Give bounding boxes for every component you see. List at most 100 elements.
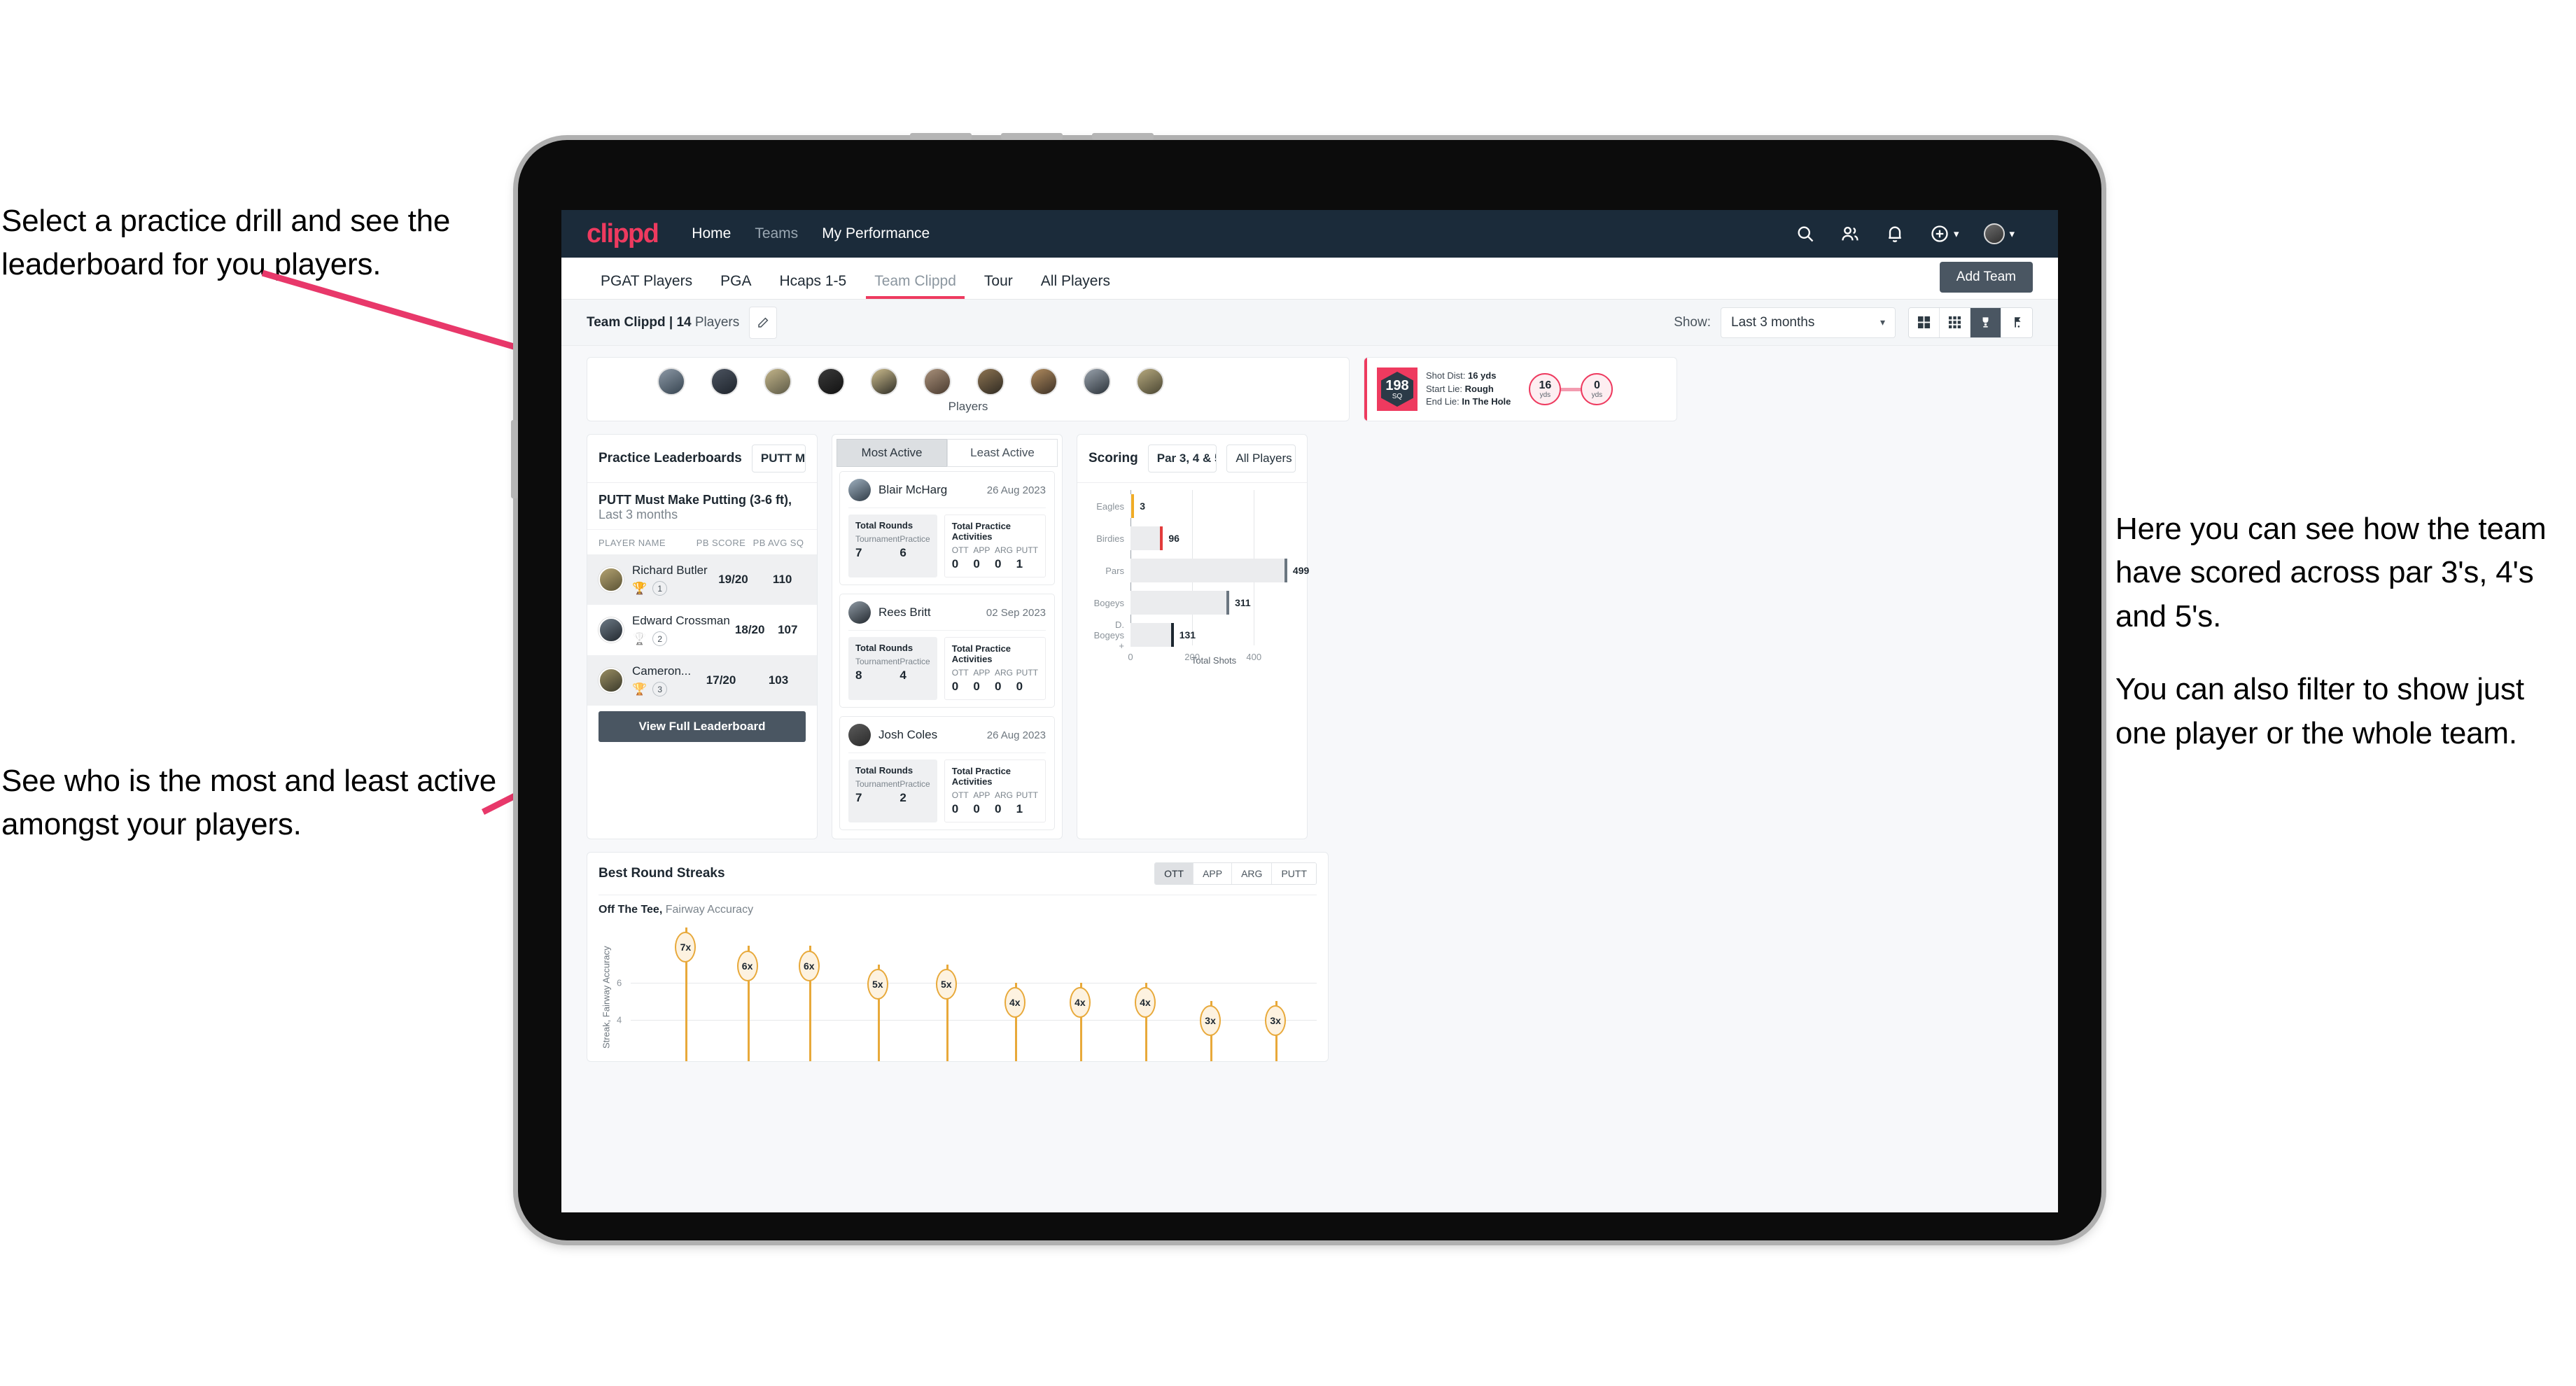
avatar[interactable] — [1136, 368, 1164, 396]
total-rounds-title: Total Rounds — [855, 643, 913, 653]
avatar[interactable] — [817, 368, 845, 396]
people-icon[interactable] — [1840, 224, 1860, 244]
annotation-practice-leaderboard: Select a practice drill and see the lead… — [1, 204, 451, 282]
tab-hcaps-1-5[interactable]: Hcaps 1-5 — [765, 273, 860, 299]
streaks-sub-light: Fairway Accuracy — [662, 904, 754, 916]
table-row[interactable]: Richard Butler 🏆 1 19/20 110 — [587, 554, 817, 605]
nav-link-home[interactable]: Home — [692, 225, 731, 242]
total-practice-block: Total Practice Activities OTT 0 APP 0 ARG 0… — [944, 637, 1046, 700]
drill-select-value: PUTT Must Make Putting ... — [760, 451, 806, 465]
avatar[interactable] — [657, 368, 685, 396]
streaks-chart: Streak, Fairway Accuracy 6 4 7x 6x 6x 5x… — [598, 927, 1317, 1061]
streak-tab-app[interactable]: APP — [1194, 863, 1233, 884]
nav-link-my-performance[interactable]: My Performance — [822, 225, 930, 242]
view-grid-large-button[interactable] — [1909, 307, 1940, 337]
streak-marker[interactable]: 6x — [736, 951, 758, 981]
tab-least-active[interactable]: Least Active — [947, 439, 1058, 467]
trophy-bronze-icon: 🏆 — [632, 682, 648, 696]
activity-date: 26 Aug 2023 — [986, 729, 1046, 741]
drill-select[interactable]: PUTT Must Make Putting ... ▾ — [751, 444, 806, 472]
tab-all-players[interactable]: All Players — [1027, 273, 1124, 299]
putt-label: PUTT — [1016, 790, 1038, 800]
view-trophy-button[interactable] — [1970, 307, 2001, 337]
streak-marker[interactable]: 5x — [935, 969, 957, 1000]
clippd-logo[interactable]: clippd — [587, 219, 659, 249]
search-icon[interactable] — [1795, 224, 1815, 244]
view-flag-button[interactable] — [2001, 307, 2032, 337]
view-grid-small-button[interactable] — [1940, 307, 1970, 337]
x-category-label: m — [806, 1060, 812, 1061]
category-label-birdies: Birdies — [1096, 533, 1124, 544]
avatar[interactable] — [710, 368, 738, 396]
total-rounds-block: Total Rounds Tournament 8 Practice 4 — [848, 637, 937, 700]
avatar[interactable] — [764, 368, 792, 396]
streak-tab-putt[interactable]: PUTT — [1272, 863, 1316, 884]
shot-detail-card: 198 SQ Shot Dist: 16 yds Start Lie: Roug… — [1364, 357, 1677, 421]
rank-badge: 1 — [652, 581, 668, 596]
shot-start-unit: yds — [1539, 391, 1551, 399]
streaks-plot-area: 6 4 7x 6x 6x m 5x — [617, 927, 1317, 1061]
avatar — [598, 668, 624, 693]
streak-marker[interactable]: 7x — [675, 932, 696, 962]
table-row[interactable]: Edward Crossman 🏆 2 18/20 107 — [587, 605, 817, 655]
total-rounds-title: Total Rounds — [855, 765, 913, 776]
player-avatars — [587, 358, 1349, 396]
avatar[interactable] — [1083, 368, 1111, 396]
edit-team-button[interactable] — [749, 306, 778, 339]
team-players-suffix: Players — [691, 314, 740, 330]
list-item[interactable]: Blair McHarg 26 Aug 2023 Total Rounds To… — [839, 471, 1055, 585]
view-full-leaderboard-button[interactable]: View Full Leaderboard — [598, 711, 806, 742]
leaderboard-period: Last 3 months — [598, 507, 678, 522]
avatar[interactable] — [923, 368, 951, 396]
shot-quality-unit: SQ — [1392, 392, 1403, 400]
streak-marker[interactable]: 4x — [1135, 987, 1156, 1018]
streak-marker[interactable]: 3x — [1265, 1005, 1287, 1036]
tab-tour[interactable]: Tour — [970, 273, 1027, 299]
player-name: Edward Crossman — [632, 614, 730, 627]
streak-tab-ott[interactable]: OTT — [1155, 863, 1194, 884]
annotation-scoring-line1: Here you can see how the team have score… — [2115, 512, 2547, 634]
add-menu-button[interactable]: ▾ — [1930, 224, 1959, 244]
tournament-label: Tournament — [855, 779, 900, 789]
practice-label: Practice — [899, 657, 930, 666]
streak-marker[interactable]: 6x — [798, 951, 820, 981]
tab-team-clippd[interactable]: Team Clippd — [860, 273, 970, 299]
avatar[interactable] — [1030, 368, 1058, 396]
add-team-button[interactable]: Add Team — [1939, 262, 2033, 293]
table-row[interactable]: Cameron... 🏆 3 17/20 103 — [587, 655, 817, 706]
par-filter-select[interactable]: Par 3, 4 & 5s ▾ — [1147, 444, 1217, 472]
pb-score: 17/20 — [706, 673, 736, 687]
streak-marker[interactable]: 4x — [1069, 987, 1091, 1018]
date-range-select[interactable]: Last 3 months ▾ — [1721, 307, 1896, 338]
avatar[interactable] — [976, 368, 1004, 396]
leaderboard-header: Practice Leaderboards PUTT Must Make Put… — [587, 435, 817, 483]
bell-icon[interactable] — [1885, 224, 1905, 244]
streak-marker[interactable]: 5x — [867, 969, 888, 1000]
player-filter-select[interactable]: All Players ▾ — [1226, 444, 1296, 472]
end-lie-value: In The Hole — [1462, 396, 1511, 407]
app-label: APP — [973, 668, 990, 678]
list-item[interactable]: Josh Coles 26 Aug 2023 Total Rounds Tour… — [839, 716, 1055, 830]
tab-most-active[interactable]: Most Active — [836, 439, 947, 467]
activity-panel: Most Active Least Active Blair McHarg 26… — [832, 434, 1063, 839]
avatar[interactable] — [870, 368, 898, 396]
tournament-value: 7 — [855, 546, 862, 559]
streak-marker[interactable]: 3x — [1200, 1005, 1222, 1036]
streak-marker[interactable]: 4x — [1004, 987, 1026, 1018]
putt-label: PUTT — [1016, 668, 1038, 678]
practice-label: Practice — [899, 534, 930, 544]
streak-tab-arg[interactable]: ARG — [1232, 863, 1273, 884]
value-double-bogeys: 131 — [1179, 629, 1196, 640]
list-item[interactable]: Rees Britt 02 Sep 2023 Total Rounds Tour… — [839, 594, 1055, 708]
arg-value: 0 — [995, 802, 1002, 816]
activity-tabs: Most Active Least Active — [832, 435, 1062, 471]
rank-badge: 2 — [652, 631, 668, 646]
activity-date: 02 Sep 2023 — [986, 606, 1046, 619]
nav-link-teams[interactable]: Teams — [755, 225, 798, 242]
tournament-label: Tournament — [855, 657, 900, 666]
user-menu-button[interactable]: ▾ — [1984, 223, 2015, 244]
tab-pgat-players[interactable]: PGAT Players — [587, 273, 706, 299]
tournament-label: Tournament — [855, 534, 900, 544]
app-value: 0 — [973, 557, 980, 570]
tab-pga[interactable]: PGA — [706, 273, 765, 299]
